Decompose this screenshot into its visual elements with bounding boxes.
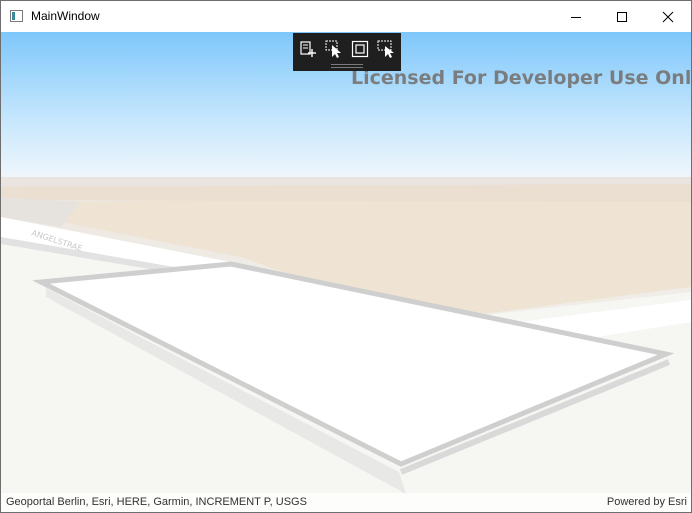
lasso-select-icon <box>377 40 394 58</box>
scene-canvas[interactable]: ANGELSTRAE <box>1 32 691 512</box>
add-edit-icon <box>300 41 316 57</box>
title-bar[interactable]: MainWindow <box>1 1 691 32</box>
powered-by-esri-link[interactable]: Powered by Esri <box>607 496 687 508</box>
select-tool-button[interactable] <box>323 39 345 59</box>
frame-select-icon <box>351 40 369 58</box>
minimize-button[interactable] <box>553 1 599 32</box>
select-cursor-icon <box>325 40 341 58</box>
add-edit-tool-button[interactable] <box>297 39 319 59</box>
close-button[interactable] <box>645 1 691 32</box>
main-window: MainWindow ANGELSTRAE Licensed For Devel… <box>0 0 692 513</box>
attribution-text: Geoportal Berlin, Esri, HERE, Garmin, IN… <box>6 496 307 508</box>
scene-toolbar <box>293 33 401 71</box>
lasso-select-tool-button[interactable] <box>375 39 397 59</box>
license-watermark: Licensed For Developer Use Only <box>351 67 691 89</box>
maximize-button[interactable] <box>599 1 645 32</box>
scene-view[interactable]: ANGELSTRAE Licensed For Developer Use On… <box>1 32 691 512</box>
toolbar-drag-handle[interactable] <box>331 64 363 68</box>
frame-select-tool-button[interactable] <box>349 39 371 59</box>
attribution-bar: Geoportal Berlin, Esri, HERE, Garmin, IN… <box>1 493 691 512</box>
app-window-icon <box>10 10 23 22</box>
close-icon <box>662 11 674 22</box>
far-block <box>1 184 691 202</box>
minimize-icon <box>571 16 581 18</box>
window-title: MainWindow <box>31 9 100 23</box>
maximize-icon <box>617 11 627 22</box>
